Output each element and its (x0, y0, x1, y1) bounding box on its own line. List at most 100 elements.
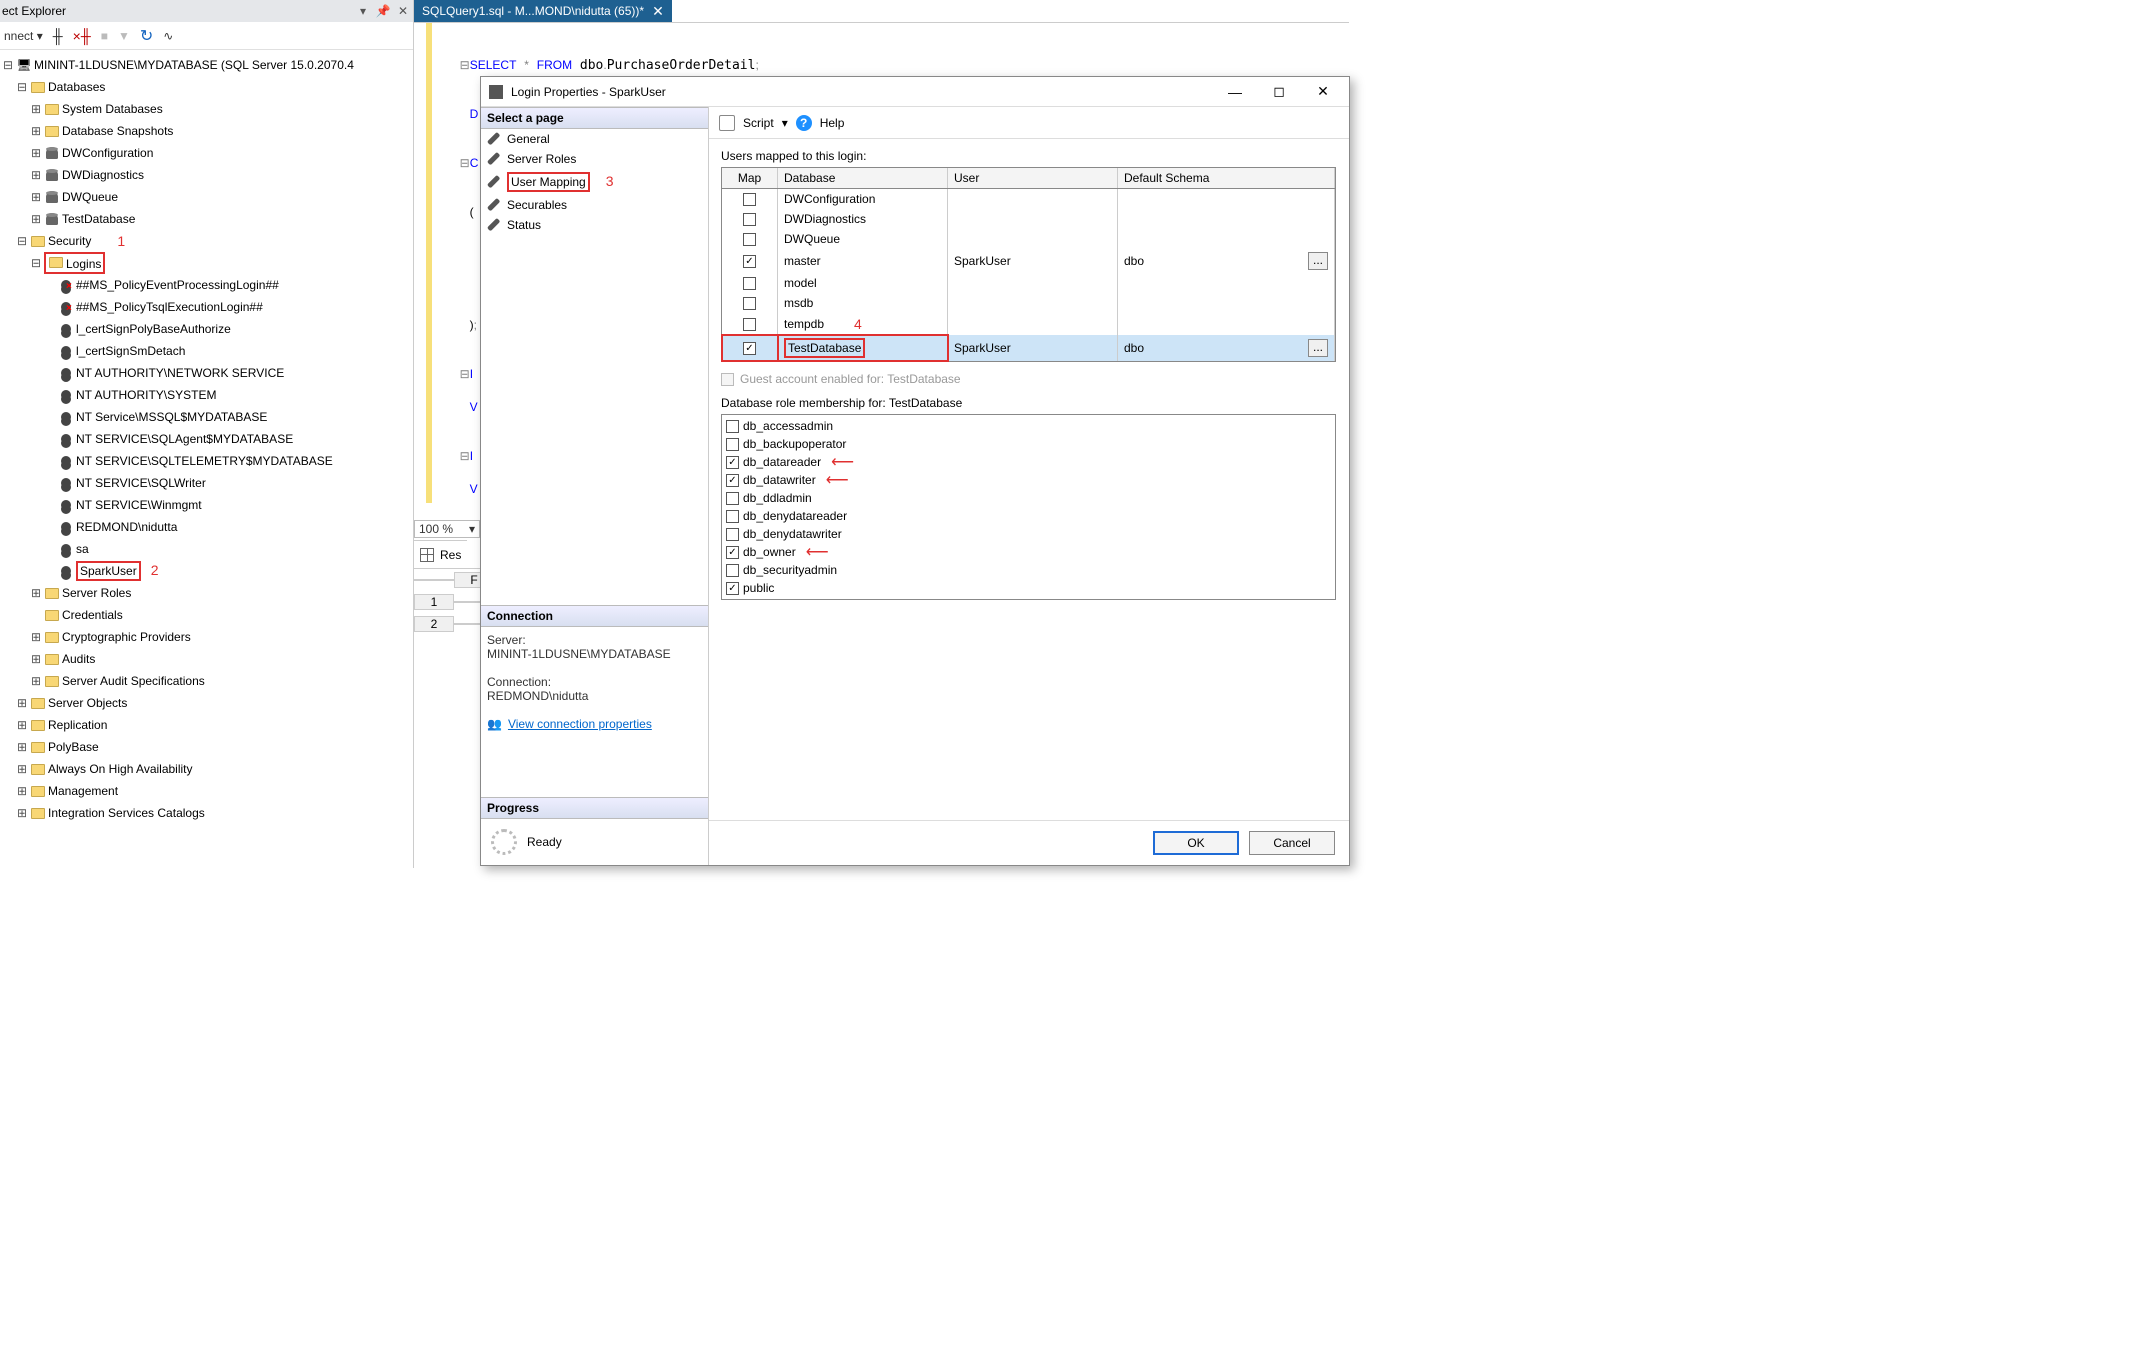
role-db_datareader[interactable]: db_datareader⟵ (726, 453, 1331, 471)
tree-node[interactable]: ⊞Audits (0, 648, 413, 670)
col-schema[interactable]: Default Schema (1118, 168, 1335, 188)
table-row[interactable]: msdb (722, 293, 1335, 313)
help-button[interactable]: Help (820, 116, 845, 130)
sql-editor-tab[interactable]: SQLQuery1.sql - M...MOND\nidutta (65))* … (414, 0, 672, 22)
page-server-roles[interactable]: Server Roles (481, 149, 708, 169)
disconnect-x-icon[interactable]: ×╫ (73, 28, 91, 44)
login-item[interactable]: l_certSignSmDetach (0, 340, 413, 362)
security-node[interactable]: ⊟Security1 (0, 230, 413, 252)
refresh-icon[interactable]: ↻ (140, 26, 153, 46)
role-db_ddladmin[interactable]: db_ddladmin (726, 489, 1331, 507)
map-checkbox[interactable] (743, 297, 756, 310)
script-button[interactable]: Script (743, 116, 774, 130)
login-item[interactable]: NT SERVICE\SQLWriter (0, 472, 413, 494)
tree-node[interactable]: ⊞Cryptographic Providers (0, 626, 413, 648)
col-database[interactable]: Database (778, 168, 948, 188)
login-item[interactable]: SparkUser2 (0, 560, 413, 582)
col-map[interactable]: Map (722, 168, 778, 188)
map-checkbox[interactable] (743, 193, 756, 206)
view-connection-link[interactable]: View connection properties (508, 717, 652, 731)
disconnect-icon[interactable]: ╫ (53, 28, 63, 44)
login-item[interactable]: NT AUTHORITY\SYSTEM (0, 384, 413, 406)
role-checkbox[interactable] (726, 582, 739, 595)
maximize-icon[interactable]: ◻ (1261, 77, 1297, 107)
login-item[interactable]: NT Service\MSSQL$MYDATABASE (0, 406, 413, 428)
login-item[interactable]: l_certSignPolyBaseAuthorize (0, 318, 413, 340)
ok-button[interactable]: OK (1153, 831, 1239, 855)
script-icon[interactable] (719, 115, 735, 131)
dialog-titlebar[interactable]: Login Properties - SparkUser — ◻ ✕ (481, 77, 1349, 107)
page-securables[interactable]: Securables (481, 195, 708, 215)
tree-node[interactable]: ⊞Management (0, 780, 413, 802)
help-icon[interactable]: ? (796, 115, 812, 131)
login-item[interactable]: NT SERVICE\SQLAgent$MYDATABASE (0, 428, 413, 450)
dropdown-icon[interactable]: ▾ (355, 3, 371, 19)
role-checkbox[interactable] (726, 564, 739, 577)
filter-icon[interactable]: ▼ (118, 29, 130, 43)
browse-button[interactable]: ... (1308, 339, 1328, 357)
login-item[interactable]: ##MS_PolicyTsqlExecutionLogin## (0, 296, 413, 318)
table-row[interactable]: DWDiagnostics (722, 209, 1335, 229)
role-db_datawriter[interactable]: db_datawriter⟵ (726, 471, 1331, 489)
role-db_accessadmin[interactable]: db_accessadmin (726, 417, 1331, 435)
cancel-button[interactable]: Cancel (1249, 831, 1335, 855)
map-checkbox[interactable] (743, 213, 756, 226)
tree-node[interactable]: ⊞TestDatabase (0, 208, 413, 230)
table-row[interactable]: tempdb4 (722, 313, 1335, 335)
zoom-level[interactable]: 100 %▾ (414, 520, 480, 538)
tree-node[interactable]: ⊞Server Objects (0, 692, 413, 714)
stop-icon[interactable]: ■ (101, 29, 108, 43)
databases-node[interactable]: ⊟Databases (0, 76, 413, 98)
login-item[interactable]: NT AUTHORITY\NETWORK SERVICE (0, 362, 413, 384)
map-checkbox[interactable] (743, 255, 756, 268)
logins-node[interactable]: ⊟Logins (0, 252, 413, 274)
tree-node[interactable]: ⊞Integration Services Catalogs (0, 802, 413, 824)
role-public[interactable]: public (726, 579, 1331, 597)
tree-node[interactable]: Credentials (0, 604, 413, 626)
role-db_denydatareader[interactable]: db_denydatareader (726, 507, 1331, 525)
pin-icon[interactable]: 📌 (375, 3, 391, 19)
tree-node[interactable]: ⊞System Databases (0, 98, 413, 120)
tree-node[interactable]: ⊞Replication (0, 714, 413, 736)
login-item[interactable]: ##MS_PolicyEventProcessingLogin## (0, 274, 413, 296)
col-user[interactable]: User (948, 168, 1118, 188)
activity-icon[interactable]: ∿ (163, 29, 173, 43)
connect-button[interactable]: nnect ▾ (4, 29, 43, 43)
tree-node[interactable]: ⊞DWConfiguration (0, 142, 413, 164)
role-checkbox[interactable] (726, 510, 739, 523)
table-row[interactable]: DWQueue (722, 229, 1335, 249)
tree-node[interactable]: ⊞Always On High Availability (0, 758, 413, 780)
role-db_securityadmin[interactable]: db_securityadmin (726, 561, 1331, 579)
login-item[interactable]: NT SERVICE\Winmgmt (0, 494, 413, 516)
role-db_backupoperator[interactable]: db_backupoperator (726, 435, 1331, 453)
role-checkbox[interactable] (726, 546, 739, 559)
close-icon[interactable]: ✕ (395, 3, 411, 19)
tree-node[interactable]: ⊞DWQueue (0, 186, 413, 208)
map-checkbox[interactable] (743, 318, 756, 331)
tree-node[interactable]: ⊞Database Snapshots (0, 120, 413, 142)
tree-node[interactable]: ⊞DWDiagnostics (0, 164, 413, 186)
role-db_owner[interactable]: db_owner⟵ (726, 543, 1331, 561)
tree-node[interactable]: ⊞PolyBase (0, 736, 413, 758)
role-checkbox[interactable] (726, 492, 739, 505)
table-row[interactable]: DWConfiguration (722, 189, 1335, 209)
login-item[interactable]: NT SERVICE\SQLTELEMETRY$MYDATABASE (0, 450, 413, 472)
table-row[interactable]: model (722, 273, 1335, 293)
page-user-mapping[interactable]: User Mapping3 (481, 169, 708, 195)
role-checkbox[interactable] (726, 438, 739, 451)
dropdown-icon[interactable]: ▾ (782, 116, 788, 130)
page-status[interactable]: Status (481, 215, 708, 235)
server-node[interactable]: ⊟🖥MININT-1LDUSNE\MYDATABASE (SQL Server … (0, 54, 413, 76)
table-row[interactable]: masterSparkUserdbo... (722, 249, 1335, 273)
table-row[interactable]: TestDatabaseSparkUserdbo... (722, 335, 1335, 361)
tree-node[interactable]: ⊞Server Audit Specifications (0, 670, 413, 692)
browse-button[interactable]: ... (1308, 252, 1328, 270)
role-db_denydatawriter[interactable]: db_denydatawriter (726, 525, 1331, 543)
map-checkbox[interactable] (743, 342, 756, 355)
role-checkbox[interactable] (726, 420, 739, 433)
login-item[interactable]: sa (0, 538, 413, 560)
tree-node[interactable]: ⊞Server Roles (0, 582, 413, 604)
role-checkbox[interactable] (726, 456, 739, 469)
map-checkbox[interactable] (743, 277, 756, 290)
role-checkbox[interactable] (726, 528, 739, 541)
